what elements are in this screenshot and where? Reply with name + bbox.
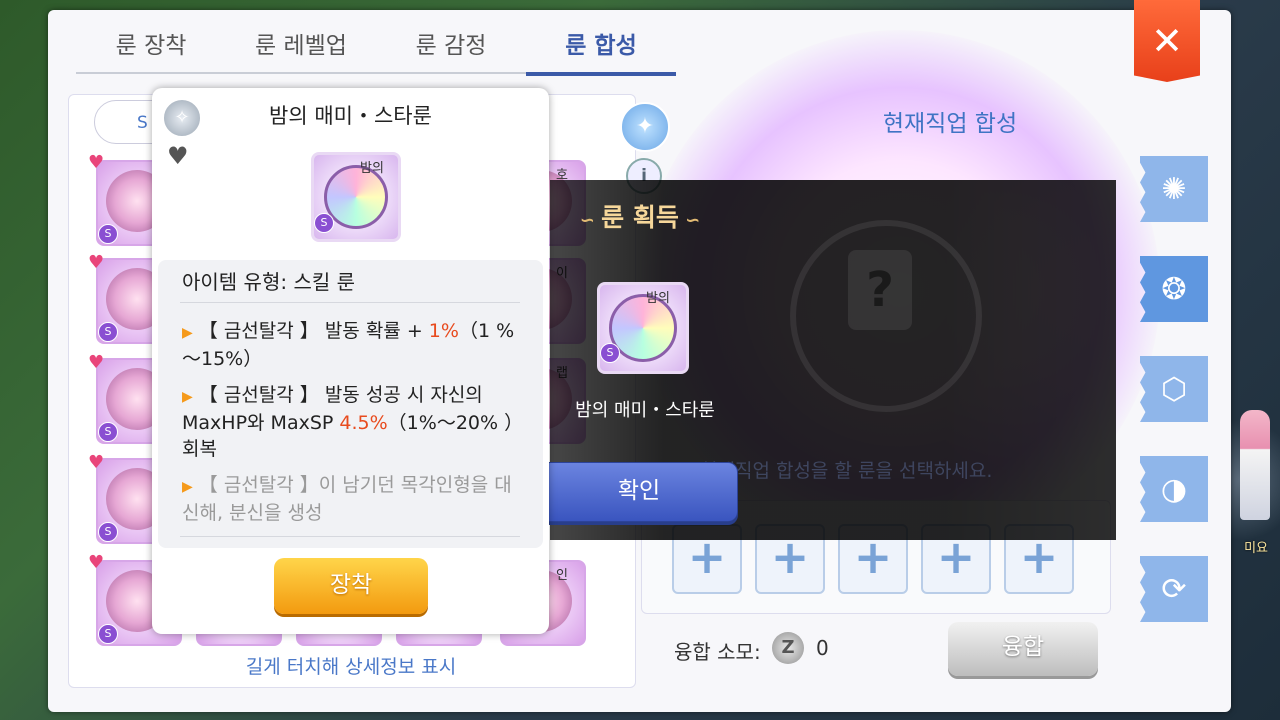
confirm-button[interactable]: 확인: [540, 462, 738, 522]
effect-line-2: ▶ 【 금선탈각 】 발동 성공 시 자신의 MaxHP와 MaxSP 4.5%（…: [182, 382, 527, 462]
close-icon: ✕: [1151, 19, 1183, 63]
close-button[interactable]: ✕: [1134, 0, 1200, 82]
rune-detail-title: 밤의 매미・스타룬: [269, 104, 432, 128]
bullet-arrow-icon: ▶: [182, 325, 193, 341]
npc-name-label: 미요: [1244, 541, 1268, 556]
divider: [180, 302, 520, 303]
star-rune-badge-icon: S: [98, 624, 118, 644]
magic-wand-icon: ✦: [635, 114, 655, 139]
ornament-right-icon: ∽: [678, 210, 701, 231]
side-tab-moon[interactable]: ◑: [1140, 456, 1208, 522]
favorite-heart-icon: ♥: [88, 552, 105, 573]
star-rune-badge-icon: S: [98, 422, 118, 442]
effect-text: 【 금선탈각 】이 남기던 목각인형을 대신해, 분신을 생성: [182, 474, 512, 524]
unknown-rune-icon: ?: [848, 250, 912, 330]
side-tab-cycle[interactable]: ⟳: [1140, 556, 1208, 622]
synthesis-title: 현재직업 합성: [882, 111, 1018, 137]
bullet-arrow-icon: ▶: [182, 479, 193, 495]
favorite-heart-icon: ♥: [88, 452, 105, 473]
rune-icon-label: 밤의: [360, 161, 384, 176]
favorite-heart-icon[interactable]: ♥: [167, 142, 189, 170]
tab-rune-synthesis[interactable]: 룬 합성: [526, 28, 676, 76]
auto-select-button[interactable]: ✦: [620, 102, 670, 152]
side-tab-current-class[interactable]: ❂: [1140, 256, 1208, 322]
star-rune-badge-icon: S: [98, 322, 118, 342]
rune-detail-icon: S 밤의: [311, 152, 401, 242]
fire-emblem-icon: ✺: [1161, 171, 1187, 207]
fuse-button[interactable]: 융합: [948, 622, 1098, 676]
tab-rune-equip[interactable]: 룬 장착: [76, 28, 226, 74]
ornament-left-icon: ∽: [579, 210, 602, 231]
rune-acquire-title: ∽ 룬 획득 ∽: [550, 198, 730, 234]
star-rune-badge-icon: S: [314, 213, 334, 233]
bullet-arrow-icon: ▶: [182, 389, 193, 405]
acquired-rune-name: 밤의 매미・스타룬: [575, 400, 715, 421]
moon-emblem-icon: ◑: [1160, 471, 1188, 507]
effect-value: 4.5%: [339, 412, 388, 434]
fusion-cost-value: 0: [816, 636, 829, 660]
star-rune-badge-icon: S: [98, 522, 118, 542]
cycle-emblem-icon: ⟳: [1161, 571, 1187, 607]
side-tab-shield[interactable]: ⬡: [1140, 356, 1208, 422]
item-type-line: 아이템 유형: 스킬 룬: [182, 270, 356, 294]
favorite-heart-icon: ♥: [88, 352, 105, 373]
rune-icon-label: 밤의: [646, 291, 670, 306]
effect-line-3: ▶ 【 금선탈각 】이 남기던 목각인형을 대신해, 분신을 생성: [182, 472, 527, 526]
tab-rune-levelup[interactable]: 룬 레벨업: [226, 28, 376, 74]
select-rune-hint: 현재직업 합성을 할 룬을 선택하세요.: [700, 460, 993, 482]
effect-line-1: ▶ 【 금선탈각 】 발동 확률 + 1%（1 %～15%）: [182, 318, 527, 372]
side-tab-element-fire[interactable]: ✺: [1140, 156, 1208, 222]
divider: [180, 536, 520, 537]
fusion-cost-label: 융합 소모:: [674, 640, 761, 664]
equip-button[interactable]: 장착: [274, 558, 428, 614]
acquired-rune-icon: S 밤의: [597, 282, 689, 374]
favorite-heart-icon: ♥: [88, 252, 105, 273]
favorite-heart-icon: ♥: [88, 152, 105, 173]
class-emblem-icon: ❂: [1161, 271, 1187, 307]
effect-text: 【 금선탈각 】 발동 확률 +: [198, 320, 429, 342]
rune-acquire-title-text: 룬 획득: [601, 203, 679, 232]
tab-rune-appraise[interactable]: 룬 감정: [376, 28, 526, 74]
zeny-coin-icon: Z: [772, 632, 804, 664]
long-press-hint: 길게 터치해 상세정보 표시: [245, 656, 457, 678]
rune-name-label: 인: [556, 568, 568, 583]
rune-tabs: 룬 장착 룬 레벨업 룬 감정 룬 합성: [76, 28, 676, 76]
shield-emblem-icon: ⬡: [1160, 371, 1188, 407]
star-rune-badge-icon: S: [98, 224, 118, 244]
effect-value: 1%: [428, 320, 459, 342]
star-rune-badge-icon: S: [600, 343, 620, 363]
npc-character[interactable]: [1240, 410, 1270, 520]
